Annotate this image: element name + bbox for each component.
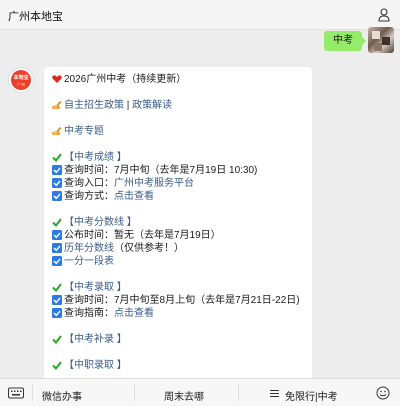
- menu-divider: [238, 385, 239, 401]
- admission-guide-label: 查询指南：: [64, 308, 114, 319]
- bot-logo-sub: 广州: [17, 82, 25, 87]
- message-title: 2026广州中考（持续更新）: [64, 74, 187, 85]
- menu-item-exam-traffic[interactable]: 免限行|中考: [285, 388, 338, 403]
- scores-method-line: 查询方式：点击查看: [52, 190, 304, 203]
- menu-divider: [134, 385, 135, 401]
- green-check-icon: [52, 361, 62, 370]
- menu-item-wechat-services[interactable]: 微信办事: [42, 388, 82, 403]
- green-check-icon: [52, 153, 62, 162]
- cutoff-history-link[interactable]: 历年分数线: [64, 243, 114, 254]
- self-enroll-policy-link[interactable]: 自主招生政策: [64, 100, 124, 111]
- chat-title: 广州本地宝: [8, 11, 63, 23]
- checkbox-icon: [52, 178, 62, 188]
- checkbox-icon: [52, 295, 62, 305]
- person-icon[interactable]: [378, 8, 390, 22]
- cutoff-heading-line: 【中考分数线 】: [52, 216, 304, 229]
- checkbox-icon: [52, 230, 62, 240]
- admission-time-value: 7月中旬至8月上旬（去年是7月21日-22日): [114, 295, 300, 306]
- user-message-bubble[interactable]: 中考: [324, 31, 366, 51]
- admission-heading[interactable]: 【中考录取 】: [64, 282, 127, 293]
- checkbox-icon: [52, 256, 62, 266]
- user-message-text: 中考: [333, 35, 353, 46]
- cutoff-publish-label: 公布时间：: [64, 230, 114, 241]
- chat-header: 广州本地宝: [0, 0, 400, 30]
- bot-logo-text: 本地宝: [13, 75, 29, 81]
- bot-avatar[interactable]: 本地宝 广州: [8, 67, 34, 93]
- writing-hand-icon: [52, 127, 62, 135]
- green-check-icon: [52, 283, 62, 292]
- cutoff-history-line: 历年分数线（仅供参考！）: [52, 242, 304, 255]
- keyboard-icon[interactable]: [8, 386, 24, 400]
- cutoff-publish-value: 暂无（去年是7月19日）: [114, 230, 221, 241]
- scores-method-link[interactable]: 点击查看: [114, 191, 154, 202]
- scores-heading-line: 【中考成绩 】: [52, 151, 304, 164]
- scores-method-label: 查询方式：: [64, 191, 114, 202]
- admission-time-line: 查询时间：7月中旬至8月上旬（去年是7月21日-22日): [52, 294, 304, 307]
- cutoff-publish-line: 公布时间：暂无（去年是7月19日）: [52, 229, 304, 242]
- cutoff-rank-line: 一分一段表: [52, 255, 304, 268]
- menu-icon: [270, 390, 279, 397]
- heart-icon: [52, 75, 62, 83]
- policy-interpretation-link[interactable]: 政策解读: [132, 100, 172, 111]
- policy-line: 自主招生政策 | 政策解读: [52, 99, 304, 112]
- special-topic-line: 中考专题: [52, 125, 304, 138]
- cutoff-history-note: （仅供参考！）: [114, 243, 184, 254]
- scores-time-value: 7月中旬（去年是7月19日 10:30): [114, 165, 258, 176]
- scores-heading[interactable]: 【中考成绩 】: [64, 152, 127, 163]
- checkbox-icon: [52, 165, 62, 175]
- policy-divider: |: [126, 100, 130, 111]
- scores-entry-link[interactable]: 广州中考服务平台: [114, 178, 194, 189]
- menu-item-weekend-trips[interactable]: 周末去哪: [164, 388, 204, 403]
- bottom-menu-bar: 微信办事 周末去哪 免限行|中考: [0, 378, 400, 406]
- scores-time-label: 查询时间：: [64, 165, 114, 176]
- scores-time-line: 查询时间：7月中旬（去年是7月19日 10:30): [52, 164, 304, 177]
- user-avatar[interactable]: [368, 27, 394, 53]
- checkbox-icon: [52, 308, 62, 318]
- supplement-heading-line: 【中考补录 】: [52, 333, 304, 346]
- writing-hand-icon: [52, 101, 62, 109]
- special-topic-link[interactable]: 中考专题: [64, 126, 104, 137]
- checkbox-icon: [52, 191, 62, 201]
- scores-entry-label: 查询入口：: [64, 178, 114, 189]
- cutoff-rank-link[interactable]: 一分一段表: [64, 256, 114, 267]
- bot-message-bubble: 2026广州中考（持续更新） 自主招生政策 | 政策解读 中考专题 【中考成绩 …: [44, 67, 312, 387]
- vocational-heading[interactable]: 【中职录取 】: [64, 360, 127, 371]
- admission-time-label: 查询时间：: [64, 295, 114, 306]
- smile-icon[interactable]: [376, 386, 390, 400]
- supplement-heading[interactable]: 【中考补录 】: [64, 334, 127, 345]
- checkbox-icon: [52, 243, 62, 253]
- green-check-icon: [52, 335, 62, 344]
- admission-heading-line: 【中考录取 】: [52, 281, 304, 294]
- chat-area[interactable]: 中考 本地宝 广州 2026广州中考（持续更新） 自主招生政策 | 政策解读 中…: [0, 27, 400, 387]
- admission-guide-link[interactable]: 点击查看: [114, 308, 154, 319]
- scores-entry-line: 查询入口：广州中考服务平台: [52, 177, 304, 190]
- vocational-heading-line: 【中职录取 】: [52, 359, 304, 372]
- menu-divider: [32, 385, 33, 401]
- admission-guide-line: 查询指南：点击查看: [52, 307, 304, 320]
- green-check-icon: [52, 218, 62, 227]
- cutoff-heading[interactable]: 【中考分数线 】: [64, 217, 137, 228]
- message-title-line: 2026广州中考（持续更新）: [52, 73, 304, 86]
